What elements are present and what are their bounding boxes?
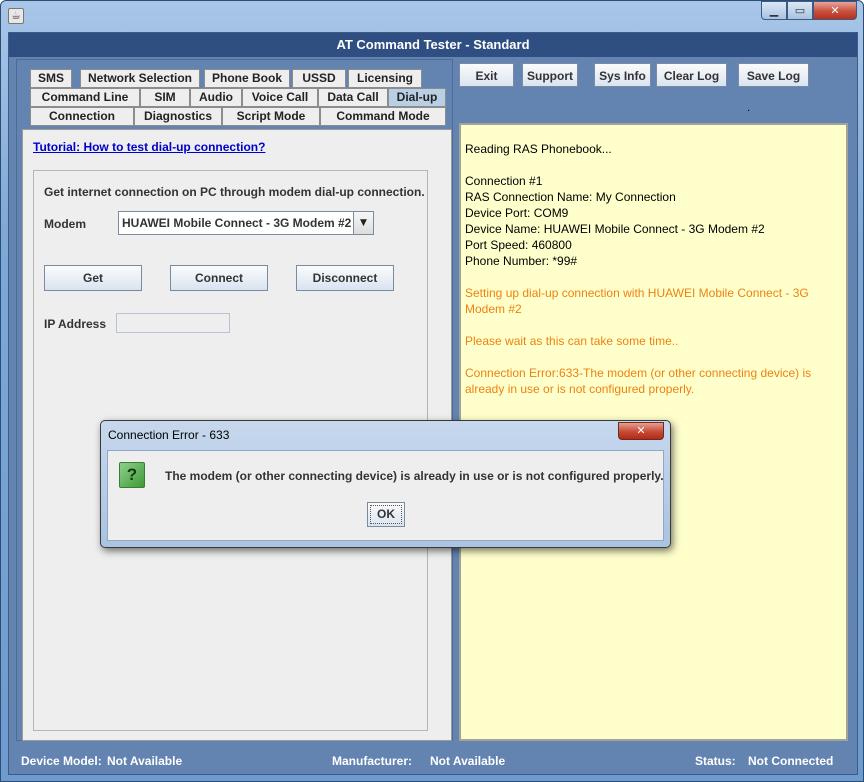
tab-script-mode[interactable]: Script Mode xyxy=(222,107,320,126)
chevron-down-icon[interactable]: ▼ xyxy=(353,212,373,234)
maximize-icon[interactable]: ▭ xyxy=(787,1,813,20)
log-line: Setting up dial-up connection with HUAWE… xyxy=(465,286,809,300)
app-content: AT Command Tester - Standard SMS Network… xyxy=(8,32,858,775)
log-line: Phone Number: *99# xyxy=(465,254,578,268)
tab-licensing[interactable]: Licensing xyxy=(348,69,422,88)
save-log-button[interactable]: Save Log xyxy=(738,63,809,87)
window-caption-buttons: ▁ ▭ ✕ xyxy=(761,1,857,20)
disconnect-button[interactable]: Disconnect xyxy=(296,265,394,291)
tab-strip: SMS Network Selection Phone Book USSD Li… xyxy=(22,66,450,126)
get-button[interactable]: Get xyxy=(44,265,142,291)
modem-select[interactable]: HUAWEI Mobile Connect - 3G Modem #2 ▼ xyxy=(118,211,374,235)
dialog-message: The modem (or other connecting device) i… xyxy=(165,469,664,483)
tab-ussd[interactable]: USSD xyxy=(292,69,346,88)
clear-log-button[interactable]: Clear Log xyxy=(656,63,727,87)
minimize-icon[interactable]: ▁ xyxy=(761,1,787,20)
log-line: Please wait as this can take some time.. xyxy=(465,334,679,348)
tab-data-call[interactable]: Data Call xyxy=(318,88,388,107)
tab-command-mode[interactable]: Command Mode xyxy=(320,107,446,126)
tab-sms[interactable]: SMS xyxy=(30,69,72,88)
log-line: Connection #1 xyxy=(465,174,543,188)
modem-select-value: HUAWEI Mobile Connect - 3G Modem #2 xyxy=(122,216,352,230)
log-line: Reading RAS Phonebook... xyxy=(465,142,612,156)
support-button[interactable]: Support xyxy=(522,63,578,87)
close-icon[interactable]: ✕ xyxy=(813,1,857,20)
app-title: AT Command Tester - Standard xyxy=(9,33,857,57)
status-label: Status: xyxy=(695,754,736,768)
log-lines: Reading RAS Phonebook... Connection #1 RAS… xyxy=(465,141,842,397)
modem-label: Modem xyxy=(44,217,86,231)
exit-button[interactable]: Exit xyxy=(459,63,514,87)
connection-error-dialog: Connection Error - 633 ✕ ? The modem (or… xyxy=(100,420,671,548)
toolbar-dot: . xyxy=(747,103,751,114)
dialog-title: Connection Error - 633 xyxy=(108,428,230,442)
tab-voice-call[interactable]: Voice Call xyxy=(242,88,318,107)
device-model-label: Device Model: xyxy=(21,754,102,768)
ok-button[interactable]: OK xyxy=(367,502,405,527)
log-line: already in use or is not configured prop… xyxy=(465,382,695,396)
device-model-value: Not Available xyxy=(107,754,183,768)
status-value: Not Connected xyxy=(748,754,834,768)
ip-address-field[interactable] xyxy=(116,313,230,333)
tutorial-link[interactable]: Tutorial: How to test dial-up connection… xyxy=(33,140,265,154)
tab-audio[interactable]: Audio xyxy=(190,88,242,107)
tab-phone-book[interactable]: Phone Book xyxy=(204,69,290,88)
tab-command-line[interactable]: Command Line xyxy=(30,88,140,107)
question-icon: ? xyxy=(119,462,145,488)
tab-dial-up[interactable]: Dial-up xyxy=(388,88,446,107)
os-window-frame: ☕ ▁ ▭ ✕ AT Command Tester - Standard SMS… xyxy=(0,0,864,782)
log-line: Device Name: HUAWEI Mobile Connect - 3G … xyxy=(465,222,765,236)
dialup-description: Get internet connection on PC through mo… xyxy=(44,185,425,199)
dialog-body: ? The modem (or other connecting device)… xyxy=(107,450,664,541)
log-line: Port Speed: 460800 xyxy=(465,238,572,252)
java-cup-icon[interactable]: ☕ xyxy=(8,8,24,24)
connect-button[interactable]: Connect xyxy=(170,265,268,291)
tab-connection[interactable]: Connection xyxy=(30,107,134,126)
log-line: Device Port: COM9 xyxy=(465,206,569,220)
manufacturer-value: Not Available xyxy=(430,754,506,768)
log-line: Modem #2 xyxy=(465,302,522,316)
log-line: Connection Error:633-The modem (or other… xyxy=(465,366,812,380)
sys-info-button[interactable]: Sys Info xyxy=(594,63,651,87)
log-line: RAS Connection Name: My Connection xyxy=(465,190,676,204)
tab-network-selection[interactable]: Network Selection xyxy=(80,69,200,88)
close-icon[interactable]: ✕ xyxy=(618,422,664,440)
manufacturer-label: Manufacturer: xyxy=(332,754,413,768)
ip-address-label: IP Address xyxy=(44,317,107,331)
status-bar: Device Model: Not Available Manufacturer… xyxy=(9,746,857,774)
tab-diagnostics[interactable]: Diagnostics xyxy=(134,107,222,126)
tab-sim[interactable]: SIM xyxy=(140,88,190,107)
